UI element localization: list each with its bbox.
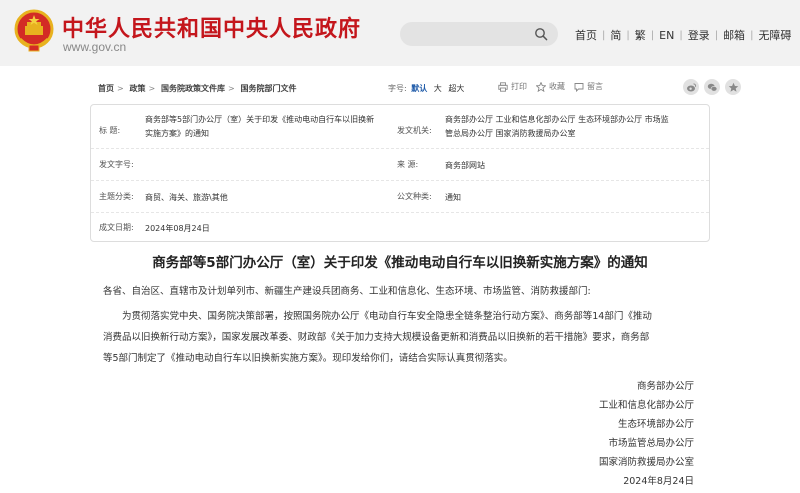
nav-traditional[interactable]: 繁	[630, 27, 651, 43]
weibo-icon	[686, 82, 696, 91]
share-weibo-button[interactable]	[683, 79, 699, 95]
nav-mail[interactable]: 邮箱	[718, 27, 750, 43]
signature-date: 2024年8月24日	[623, 476, 694, 487]
breadcrumb-policy[interactable]: 政策	[130, 84, 146, 93]
document-metadata-table: 标 题: 商务部等5部门办公厅（室）关于印发《推动电动自行车以旧换新 实施方案》…	[90, 104, 710, 242]
meta-title-value-line2: 实施方案》的通知	[145, 129, 209, 138]
nav-english[interactable]: EN	[654, 29, 679, 42]
site-domain: www.gov.cn	[63, 40, 127, 54]
meta-source-label: 来 源:	[397, 160, 419, 169]
nav-simplified[interactable]: 简	[605, 27, 626, 43]
share-star-icon	[728, 82, 738, 92]
signatory-samr: 市场监管总局办公厅	[608, 438, 694, 449]
nav-accessibility[interactable]: 无障碍	[753, 27, 796, 43]
nav-home[interactable]: 首页	[570, 27, 602, 43]
font-size-large[interactable]: 大	[432, 84, 444, 93]
font-size-control: 字号: 默认 大 超大	[388, 83, 466, 94]
breadcrumb-policy-library[interactable]: 国务院政策文件库	[161, 84, 225, 93]
star-icon	[536, 81, 546, 92]
share-buttons	[678, 79, 741, 95]
meta-row-title: 标 题: 商务部等5部门办公厅（室）关于印发《推动电动自行车以旧换新 实施方案》…	[91, 105, 709, 149]
printer-icon	[498, 81, 508, 92]
search-icon[interactable]	[534, 27, 548, 41]
signatory-mee: 生态环境部办公厅	[617, 419, 694, 430]
favorite-label: 收藏	[549, 82, 565, 91]
font-size-default[interactable]: 默认	[409, 84, 429, 93]
meta-type-label: 公文种类:	[397, 192, 432, 201]
share-more-button[interactable]	[725, 79, 741, 95]
meta-docno-label: 发文字号:	[99, 160, 134, 169]
meta-row-docno: 发文字号: 来 源: 商务部网站	[91, 149, 709, 181]
meta-issuer-value-line2: 管总局办公厅 国家消防救援局办公室	[445, 129, 576, 138]
site-header: 中华人民共和国中央人民政府 www.gov.cn 首页 | 简 | 繁 | EN | 登…	[0, 0, 800, 66]
font-size-label: 字号:	[388, 84, 407, 93]
meta-title-label: 标 题:	[99, 126, 121, 135]
top-nav: 首页 | 简 | 繁 | EN | 登录 | 邮箱 | 无障碍	[570, 27, 796, 43]
meta-issuer-label: 发文机关:	[397, 126, 432, 135]
meta-topic-label: 主题分类:	[99, 192, 134, 201]
favorite-button[interactable]: 收藏	[536, 81, 565, 92]
breadcrumb: 首页 > 政策 > 国务院政策文件库 > 国务院部门文件	[98, 83, 297, 94]
meta-type-value: 通知	[445, 193, 461, 202]
print-button[interactable]: 打印	[498, 81, 527, 92]
site-title[interactable]: 中华人民共和国中央人民政府	[62, 11, 361, 43]
meta-issuer-value-line1: 商务部办公厅 工业和信息化部办公厅 生态环境部办公厅 市场监	[445, 115, 669, 124]
signatory-miit: 工业和信息化部办公厅	[598, 400, 694, 411]
meta-source-value: 商务部网站	[445, 161, 485, 170]
chevron-right-icon: >	[117, 84, 124, 93]
article-actions: 打印 收藏 留言	[498, 81, 612, 92]
font-size-xlarge[interactable]: 超大	[446, 84, 466, 93]
meta-row-date: 成文日期: 2024年08月24日	[91, 213, 709, 242]
comment-button[interactable]: 留言	[574, 81, 603, 92]
national-emblem-icon[interactable]	[14, 9, 54, 53]
chevron-right-icon: >	[228, 84, 235, 93]
breadcrumb-department-docs[interactable]: 国务院部门文件	[241, 84, 297, 93]
comment-icon	[574, 82, 584, 92]
signatory-mofcom: 商务部办公厅	[636, 381, 694, 392]
nav-login[interactable]: 登录	[683, 27, 715, 43]
wechat-icon	[707, 83, 717, 92]
meta-row-topic: 主题分类: 商贸、海关、旅游\其他 公文种类: 通知	[91, 181, 709, 213]
print-label: 打印	[511, 82, 527, 91]
article-salutation: 各省、自治区、直辖市及计划单列市、新疆生产建设兵团商务、工业和信息化、生态环境、…	[103, 286, 591, 297]
article-paragraph-line3: 等5部门制定了《推动电动自行车以旧换新实施方案》。现印发给你们，请结合实际认真贯…	[103, 353, 513, 364]
article-toolbar: 首页 > 政策 > 国务院政策文件库 > 国务院部门文件 字号: 默认 大 超大 打印…	[90, 79, 741, 96]
article-title: 商务部等5部门办公厅（室）关于印发《推动电动自行车以旧换新实施方案》的通知	[152, 255, 648, 271]
meta-date-value: 2024年08月24日	[145, 224, 210, 233]
meta-date-label: 成文日期:	[99, 223, 134, 232]
comment-label: 留言	[587, 82, 603, 91]
article-paragraph-line1: 为贯彻落实党中央、国务院决策部署，按照国务院办公厅《电动自行车安全隐患全链条整治…	[122, 311, 652, 322]
meta-topic-value: 商贸、海关、旅游\其他	[145, 193, 228, 202]
article-paragraph-line2: 消费品以旧换新行动方案》，国家发展改革委、财政部《关于加力支持大规模设备更新和消…	[103, 332, 650, 343]
chevron-right-icon: >	[148, 84, 156, 93]
signatory-fire-rescue: 国家消防救援局办公室	[598, 457, 694, 468]
breadcrumb-home[interactable]: 首页	[98, 84, 114, 93]
meta-title-value-line1: 商务部等5部门办公厅（室）关于印发《推动电动自行车以旧换新	[145, 115, 375, 124]
share-wechat-button[interactable]	[704, 79, 720, 95]
